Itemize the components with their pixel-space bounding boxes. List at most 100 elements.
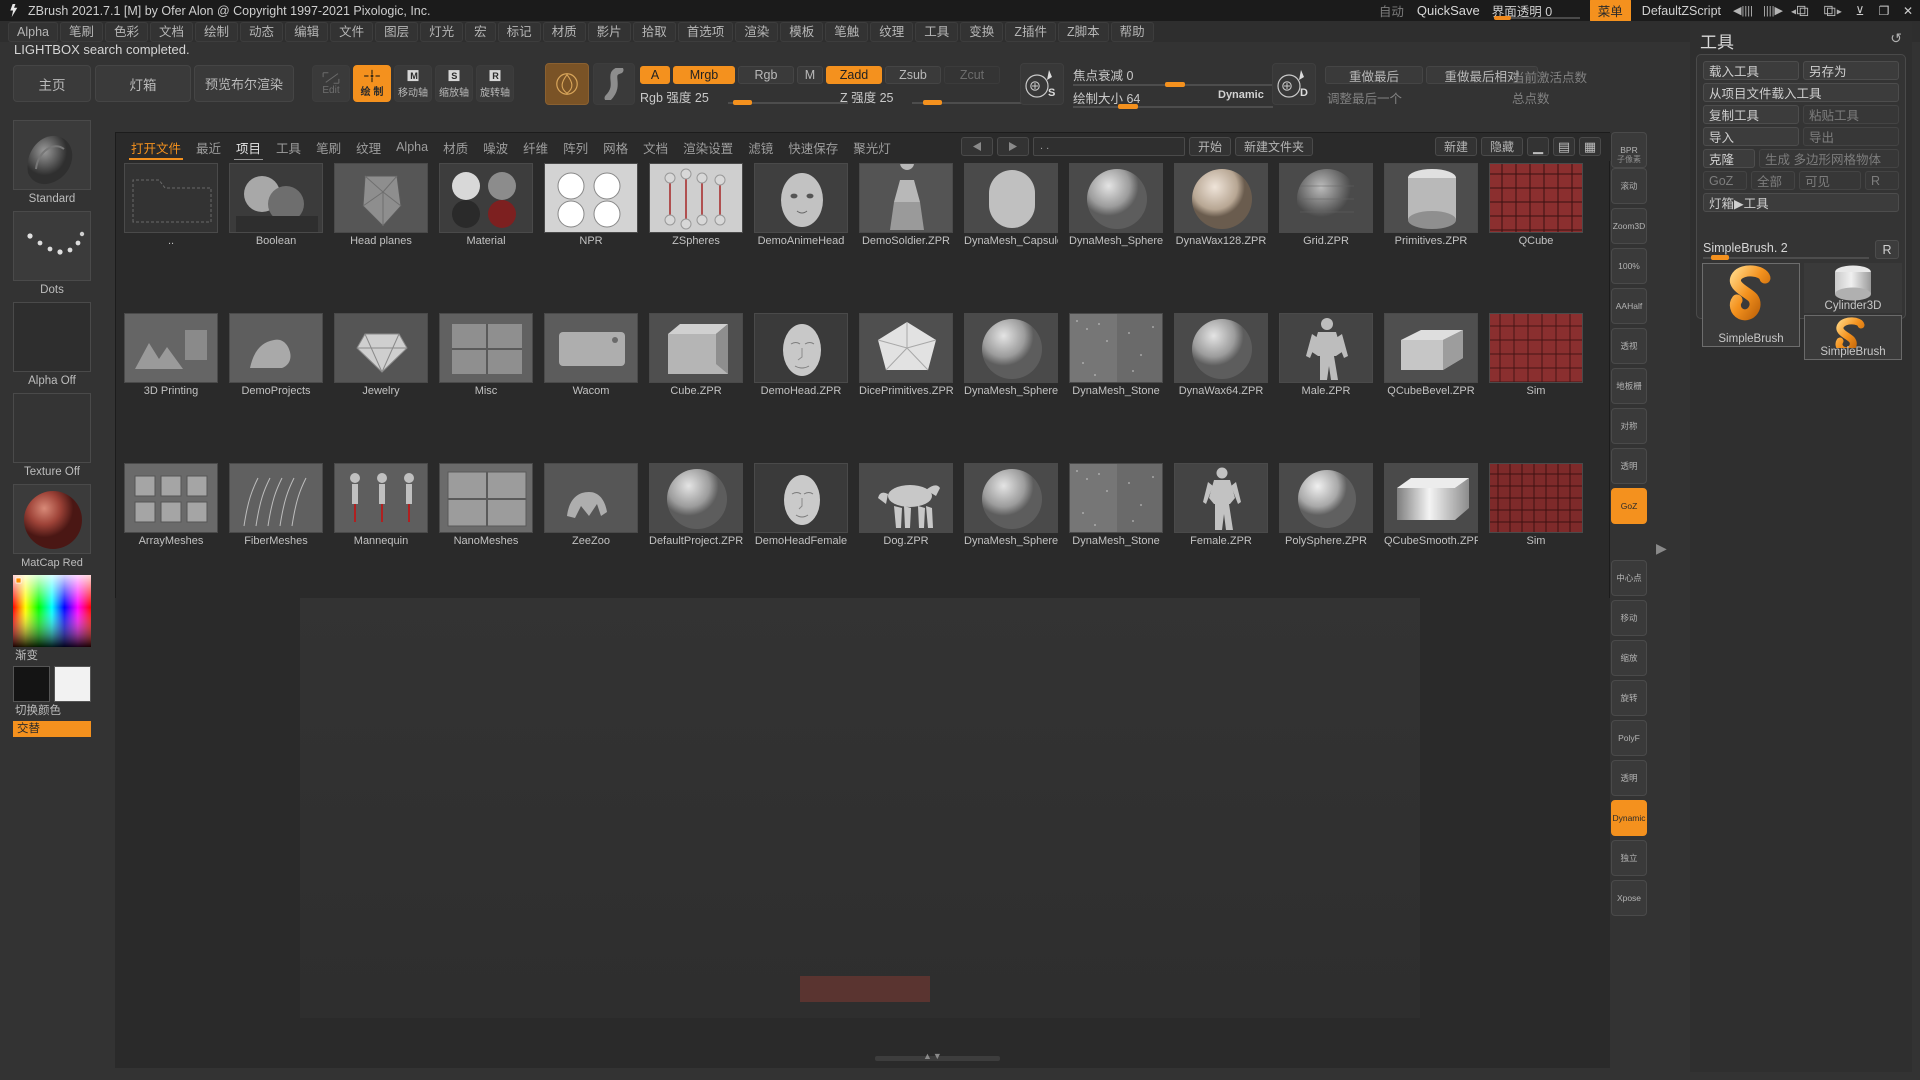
load-tool-from-project-button[interactable]: 从项目文件载入工具 — [1703, 83, 1899, 102]
lightbox-item-thumbnail[interactable] — [544, 463, 638, 533]
alternate-button[interactable]: 交替 — [13, 721, 91, 737]
menu-item-23[interactable]: Z脚本 — [1057, 21, 1109, 42]
lightbox-start-button[interactable]: 开始 — [1189, 137, 1232, 156]
lightbox-tab-15[interactable]: 快速保存 — [781, 135, 845, 160]
lightbox-tool-button[interactable]: 灯箱▶工具 — [1703, 193, 1899, 212]
lightbox-hide-button[interactable]: 隐藏 — [1480, 137, 1523, 156]
menu-item-19[interactable]: 纹理 — [870, 21, 914, 42]
lightbox-item-thumbnail[interactable] — [334, 163, 428, 233]
menu-item-9[interactable]: 灯光 — [420, 21, 464, 42]
goz-r-button[interactable]: R — [1865, 171, 1899, 190]
lightbox-tab-6[interactable]: Alpha — [389, 137, 435, 157]
lightbox-item-thumbnail[interactable] — [859, 313, 953, 383]
zscript-label[interactable]: DefaultZScript — [1635, 4, 1728, 18]
rail-button-transparency[interactable]: 透明 — [1611, 448, 1647, 484]
lightbox-new-folder-button[interactable]: 新建文件夹 — [1235, 137, 1314, 156]
rail-button-actual-size[interactable]: 100% — [1611, 248, 1647, 284]
menu-item-17[interactable]: 模板 — [780, 21, 824, 42]
reset-icon[interactable]: ↺ — [1890, 30, 1902, 47]
interface-transparency-slider[interactable]: 界面透明 0 — [1488, 0, 1586, 21]
lightbox-item-thumbnail[interactable] — [229, 463, 323, 533]
rail-button-frame-center[interactable]: 中心点 — [1611, 560, 1647, 596]
menu-item-24[interactable]: 帮助 — [1110, 21, 1154, 42]
lightbox-item-thumbnail[interactable] — [1174, 163, 1268, 233]
rail-expand-arrow-icon[interactable]: ▶ — [1656, 540, 1667, 557]
lightbox-item[interactable]: NPR — [544, 163, 638, 250]
lightbox-button[interactable]: 灯箱 — [95, 65, 191, 102]
dynamic-brush-button[interactable]: D — [1272, 63, 1316, 105]
tool-thumb-cylinder3d[interactable]: Cylinder3D — [1804, 263, 1902, 313]
lightbox-tab-11[interactable]: 网格 — [596, 135, 635, 160]
menu-item-10[interactable]: 宏 — [465, 21, 496, 42]
goz-button[interactable]: GoZ — [1703, 171, 1747, 190]
color-picker[interactable] — [13, 575, 91, 647]
lightbox-item[interactable]: Jewelry — [334, 313, 428, 400]
menu-item-7[interactable]: 文件 — [330, 21, 374, 42]
current-alpha-slot[interactable]: Alpha Off — [13, 302, 91, 391]
rail-button-transp2[interactable]: 透明 — [1611, 760, 1647, 796]
zsub-toggle[interactable]: Zsub — [885, 66, 941, 84]
lightbox-item-thumbnail[interactable] — [754, 163, 848, 233]
lightbox-minimize-icon[interactable]: ▁ — [1527, 137, 1549, 156]
lightbox-item[interactable]: .. — [124, 163, 218, 250]
lightbox-tab-12[interactable]: 文档 — [636, 135, 675, 160]
lightbox-item-thumbnail[interactable] — [649, 313, 743, 383]
lightbox-tab-8[interactable]: 噪波 — [476, 135, 515, 160]
lightbox-item[interactable]: DynaMesh_Capsule — [964, 163, 1058, 250]
menu-item-8[interactable]: 图层 — [375, 21, 419, 42]
tool-r-button[interactable]: R — [1875, 240, 1899, 259]
clone-button[interactable]: 克隆 — [1703, 149, 1755, 168]
lightbox-item-thumbnail[interactable] — [1069, 463, 1163, 533]
lightbox-item-thumbnail[interactable] — [1489, 313, 1583, 383]
menu-item-1[interactable]: 笔刷 — [59, 21, 103, 42]
lightbox-tab-13[interactable]: 渲染设置 — [676, 135, 740, 160]
secondary-color-swatch[interactable] — [54, 666, 91, 702]
mrgb-toggle[interactable]: Mrgb — [673, 66, 735, 84]
tool-thumb-simplebrush[interactable]: SimpleBrush — [1804, 315, 1902, 360]
lightbox-tab-2[interactable]: 项目 — [229, 135, 268, 160]
lightbox-item[interactable]: DemoSoldier.ZPR — [859, 163, 953, 250]
lightbox-item-thumbnail[interactable] — [124, 163, 218, 233]
lightbox-item[interactable]: Male.ZPR — [1279, 313, 1373, 400]
lightbox-item[interactable]: NanoMeshes — [439, 463, 533, 550]
rail-button-scroll-tool[interactable]: 滚动 — [1611, 168, 1647, 204]
lightbox-item[interactable]: Mannequin — [334, 463, 428, 550]
lightbox-item[interactable]: DynaWax64.ZPR — [1174, 313, 1268, 400]
brush-thumbnail[interactable] — [13, 120, 91, 190]
lightbox-back-icon[interactable] — [961, 137, 993, 156]
alpha-thumbnail[interactable] — [13, 302, 91, 372]
rail-button-xpose[interactable]: Xpose — [1611, 880, 1647, 916]
lightbox-item[interactable]: DemoHeadFemale — [754, 463, 848, 550]
zcut-toggle[interactable]: Zcut — [944, 66, 1000, 84]
lightbox-item-thumbnail[interactable] — [1174, 313, 1268, 383]
home-button[interactable]: 主页 — [13, 65, 91, 102]
rgb-intensity-knob[interactable] — [733, 100, 752, 105]
lightbox-item[interactable]: DynaMesh_Sphere — [964, 313, 1058, 400]
lightbox-tab-9[interactable]: 纤维 — [516, 135, 555, 160]
menu-item-2[interactable]: 色彩 — [105, 21, 149, 42]
current-tool-knob[interactable] — [1711, 255, 1729, 260]
copy-window-left-icon[interactable]: ◂ — [1788, 0, 1818, 21]
zadd-toggle[interactable]: Zadd — [826, 66, 882, 84]
edit-mode-button[interactable]: Edit — [312, 65, 350, 102]
copy-window-right-icon[interactable]: ▸ — [1818, 0, 1848, 21]
lightbox-item-thumbnail[interactable] — [964, 163, 1058, 233]
menu-item-16[interactable]: 渲染 — [735, 21, 779, 42]
menu-item-20[interactable]: 工具 — [915, 21, 959, 42]
rail-button-solo[interactable]: 独立 — [1611, 840, 1647, 876]
menu-item-3[interactable]: 文档 — [150, 21, 194, 42]
primary-color-swatch[interactable] — [13, 666, 50, 702]
tool-thumb-simplebrush-selected[interactable]: SimpleBrush — [1702, 263, 1800, 347]
make-polymesh-button[interactable]: 生成 多边形网格物体 — [1759, 149, 1899, 168]
lightbox-item-thumbnail[interactable] — [964, 313, 1058, 383]
lightbox-item[interactable]: ArrayMeshes — [124, 463, 218, 550]
color-swatches[interactable] — [13, 666, 91, 702]
move-mode-button[interactable]: M 移动轴 — [394, 65, 432, 102]
lightbox-item[interactable]: Head planes — [334, 163, 428, 250]
goz-visible-button[interactable]: 可见 — [1799, 171, 1861, 190]
menu-item-15[interactable]: 首选项 — [677, 21, 734, 42]
lightbox-item[interactable]: DynaMesh_Sphere — [1069, 163, 1163, 250]
lightbox-item-thumbnail[interactable] — [649, 463, 743, 533]
lightbox-item-thumbnail[interactable] — [859, 163, 953, 233]
stroke-thumbnail[interactable] — [13, 211, 91, 281]
